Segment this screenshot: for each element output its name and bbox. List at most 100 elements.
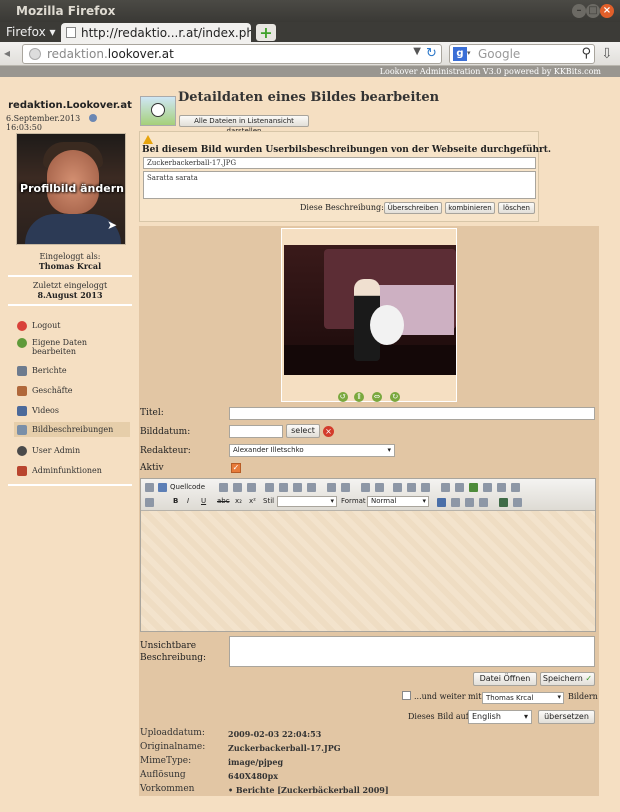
- italic-icon[interactable]: I: [187, 497, 189, 505]
- search-engine-dropdown-icon[interactable]: ▾: [467, 49, 471, 57]
- firefox-menu-button[interactable]: Firefox ▾: [6, 25, 56, 39]
- video-icon: [17, 406, 27, 416]
- editor-select[interactable]: Alexander Illetschko ▾: [229, 444, 395, 457]
- url-bar[interactable]: redaktion.lookover.at ▼ ↻: [22, 44, 442, 64]
- justify-icon[interactable]: [479, 498, 488, 507]
- upload-date-label: Uploaddatum:: [140, 728, 205, 738]
- back-icon[interactable]: ◂: [4, 46, 10, 60]
- user-description-field[interactable]: Saratta sarata: [143, 171, 536, 199]
- language-select[interactable]: English ▾: [468, 710, 532, 724]
- warning-icon: [143, 135, 153, 144]
- source-label[interactable]: Quellcode: [170, 483, 205, 491]
- align-center-icon[interactable]: [451, 498, 460, 507]
- google-icon[interactable]: g: [453, 47, 467, 61]
- mimetype-label: MimeType:: [140, 756, 192, 766]
- numbered-list-icon[interactable]: [361, 483, 370, 492]
- combine-button[interactable]: kombinieren: [445, 202, 495, 214]
- continue-user-select[interactable]: Thomas Krcal ▾: [482, 692, 564, 704]
- new-page-icon[interactable]: [219, 483, 228, 492]
- clear-date-icon[interactable]: ×: [323, 426, 334, 437]
- browser-tab[interactable]: http://redaktio...r.at/index.php: [61, 23, 251, 42]
- divider: [8, 484, 132, 486]
- image-preview: [284, 245, 456, 375]
- rotate-left-icon[interactable]: ↺: [338, 392, 348, 402]
- subscript-icon[interactable]: x₂: [235, 497, 242, 505]
- mirror-icon[interactable]: ⇔: [372, 392, 382, 402]
- format-select[interactable]: Normal ▾: [367, 496, 429, 507]
- strikethrough-icon[interactable]: abc: [217, 497, 230, 505]
- superscript-icon[interactable]: x²: [249, 497, 256, 505]
- translate-button[interactable]: übersetzen: [538, 710, 595, 724]
- sidebar-item-videos[interactable]: Videos: [14, 403, 130, 418]
- table-icon[interactable]: [483, 483, 492, 492]
- search-icon[interactable]: ⚲: [581, 46, 591, 61]
- align-left-icon[interactable]: [437, 498, 446, 507]
- date-input[interactable]: [229, 425, 283, 438]
- profile-picture[interactable]: Profilbild ändern ➤: [16, 133, 126, 245]
- search-placeholder: Google: [478, 47, 521, 61]
- url-dropdown-icon[interactable]: ▼: [413, 46, 421, 57]
- preview-icon[interactable]: [233, 483, 242, 492]
- window-titlebar: Mozilla Firefox – □ ×: [0, 0, 620, 22]
- spellcheck-icon[interactable]: [499, 498, 508, 507]
- source-icon[interactable]: [145, 483, 154, 492]
- occurrence-value[interactable]: • Berichte [Zuckerbäckerball 2009]: [228, 785, 389, 795]
- sidebar-item-admin-functions[interactable]: Adminfunktionen: [14, 463, 130, 478]
- image-icon[interactable]: [469, 483, 478, 492]
- sidebar-item-logout[interactable]: Logout: [14, 318, 130, 333]
- editor-content-area[interactable]: [141, 511, 595, 631]
- invisible-description-input[interactable]: [229, 636, 595, 667]
- close-icon[interactable]: ×: [600, 4, 614, 18]
- special-char-icon[interactable]: [511, 483, 520, 492]
- sidebar-item-own-data[interactable]: Eigene Daten bearbeiten: [14, 335, 130, 359]
- rotate-right-icon[interactable]: ↻: [390, 392, 400, 402]
- underline-icon[interactable]: U: [201, 497, 206, 505]
- download-icon[interactable]: ⇩: [601, 46, 613, 62]
- source-code-icon[interactable]: [158, 483, 167, 492]
- link-icon[interactable]: [441, 483, 450, 492]
- continue-checkbox[interactable]: [402, 691, 411, 700]
- login-info: Eingeloggt als: Thomas Krcal Zuletzt ein…: [6, 252, 134, 310]
- save-button[interactable]: Speichern ✓: [540, 672, 595, 686]
- tab-title: http://redaktio...r.at/index.php: [81, 26, 251, 40]
- change-profile-label[interactable]: Profilbild ändern: [17, 182, 125, 195]
- open-file-button[interactable]: Datei Öffnen: [473, 672, 537, 686]
- search-input[interactable]: g ▾ Google ⚲: [449, 44, 595, 64]
- outdent-icon[interactable]: [393, 483, 402, 492]
- eraser-icon[interactable]: [145, 498, 154, 507]
- maximize-editor-icon[interactable]: [513, 498, 522, 507]
- blockquote-icon[interactable]: [421, 483, 430, 492]
- find-icon[interactable]: [327, 483, 336, 492]
- flip-icon[interactable]: ⇑: [354, 392, 364, 402]
- minimize-icon[interactable]: –: [572, 4, 586, 18]
- indent-icon[interactable]: [407, 483, 416, 492]
- template-icon[interactable]: [247, 483, 256, 492]
- sidebar-item-image-descriptions[interactable]: Bildbeschreibungen: [14, 422, 130, 437]
- upload-date-value: 2009-02-03 22:04:53: [228, 729, 322, 739]
- sidebar-item-shops[interactable]: Geschäfte: [14, 383, 130, 398]
- horizontal-line-icon[interactable]: [497, 483, 506, 492]
- active-checkbox[interactable]: ✓: [231, 463, 241, 473]
- align-right-icon[interactable]: [465, 498, 474, 507]
- select-date-button[interactable]: select: [286, 424, 320, 438]
- maximize-icon[interactable]: □: [586, 4, 600, 18]
- paste-icon[interactable]: [293, 483, 302, 492]
- unlink-icon[interactable]: [455, 483, 464, 492]
- delete-button[interactable]: löschen: [498, 202, 535, 214]
- bold-icon[interactable]: B: [173, 497, 178, 505]
- title-input[interactable]: [229, 407, 595, 420]
- paste-word-icon[interactable]: [307, 483, 316, 492]
- sidebar-item-user-admin[interactable]: User Admin: [14, 443, 130, 458]
- new-tab-button[interactable]: +: [256, 24, 276, 41]
- bullet-list-icon[interactable]: [375, 483, 384, 492]
- sidebar-item-reports[interactable]: Berichte: [14, 363, 130, 378]
- url-domain: lookover.at: [107, 47, 174, 61]
- copy-icon[interactable]: [279, 483, 288, 492]
- list-view-button[interactable]: Alle Dateien in Listenansicht darstellen: [179, 115, 309, 135]
- reload-icon[interactable]: ↻: [424, 46, 439, 61]
- cut-icon[interactable]: [265, 483, 274, 492]
- overwrite-button[interactable]: Überschreiben: [384, 202, 442, 214]
- style-select[interactable]: ▾: [277, 496, 337, 507]
- replace-icon[interactable]: [341, 483, 350, 492]
- user-filename-field[interactable]: Zuckerbackerball-17.JPG: [143, 157, 536, 169]
